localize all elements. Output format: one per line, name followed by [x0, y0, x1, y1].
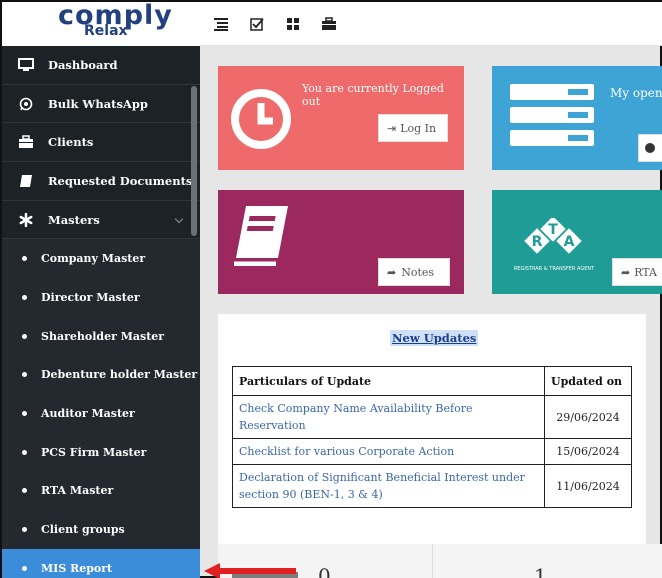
sidebar-item-label: Masters	[48, 212, 100, 227]
my-opened-tile: My open	[492, 66, 662, 170]
update-date: 15/06/2024	[544, 438, 632, 465]
my-opened-title: My open	[610, 86, 662, 100]
rta-button[interactable]: ➦ RTA	[612, 258, 662, 286]
sidebar-item-label: Debenture holder Master	[41, 368, 198, 382]
sidebar-item-shareholder-master[interactable]: Shareholder Master	[2, 316, 200, 356]
bullet-icon	[22, 411, 27, 417]
notes-tile: ➦ Notes	[218, 190, 464, 294]
sidebar-item-rta-master[interactable]: RTA Master	[2, 471, 200, 511]
bullet-icon	[22, 256, 27, 262]
stat-count-left: 0	[318, 564, 331, 578]
sign-out-icon: ➦	[621, 265, 631, 279]
update-date: 29/06/2024	[544, 395, 632, 439]
chevron-down-icon[interactable]	[174, 214, 184, 223]
new-updates-panel: New Updates Particulars of Update Update…	[218, 314, 646, 544]
sidebar-item-label: PCS Firm Master	[41, 445, 147, 459]
red-arrow-annotation	[202, 562, 298, 578]
rta-letter-t: T	[548, 222, 558, 238]
briefcase-icon[interactable]	[322, 16, 336, 30]
login-tile: You are currently Logged out ⇥ Log In	[218, 66, 464, 170]
bullet-icon	[22, 294, 27, 300]
sidebar: comply Relax Dashboard Bulk WhatsApp Cli…	[2, 0, 200, 578]
sign-in-icon: ⇥	[387, 121, 397, 135]
sidebar-item-company-master[interactable]: Company Master	[2, 239, 200, 279]
grid-icon[interactable]	[286, 16, 300, 30]
sidebar-item-client-groups[interactable]: Client groups	[2, 510, 200, 549]
logo[interactable]: comply Relax	[2, 0, 200, 46]
logo-sub-text: Relax	[84, 23, 128, 39]
update-link[interactable]: Check Company Name Availability Before R…	[232, 395, 545, 439]
bullet-icon	[22, 527, 27, 533]
sidebar-item-label: Client groups	[41, 523, 125, 537]
rta-button-label: RTA	[634, 265, 657, 279]
notes-button-label: Notes	[401, 265, 435, 279]
sidebar-menu: Dashboard Bulk WhatsApp Clients Requeste…	[2, 46, 200, 578]
asterisk-icon	[18, 212, 34, 227]
sidebar-item-masters[interactable]: Masters	[2, 200, 200, 240]
circle-icon	[645, 143, 655, 153]
sidebar-scrollbar[interactable]	[191, 86, 197, 236]
top-bar	[200, 2, 662, 46]
bullet-icon	[22, 372, 27, 378]
rta-letter-r: R	[532, 234, 543, 250]
sidebar-item-dashboard[interactable]: Dashboard	[2, 46, 200, 85]
sidebar-item-label: Company Master	[41, 252, 146, 266]
list-rows-icon	[510, 84, 594, 150]
updates-table: Particulars of Update Updated on Check C…	[232, 366, 632, 508]
sidebar-item-label: Requested Documents	[48, 173, 193, 188]
sidebar-item-clients[interactable]: Clients	[2, 123, 200, 163]
sign-out-icon: ➦	[387, 265, 397, 279]
sidebar-item-label: Auditor Master	[41, 407, 135, 421]
sidebar-item-pcs-firm-master[interactable]: PCS Firm Master	[2, 432, 200, 472]
bullet-icon	[22, 565, 27, 571]
sidebar-item-label: MIS Report	[41, 561, 113, 575]
stat-count-right: 1	[534, 564, 547, 578]
my-opened-button[interactable]	[638, 134, 662, 162]
bullet-icon	[22, 449, 27, 455]
sidebar-item-label: Clients	[48, 135, 94, 150]
sidebar-item-label: Director Master	[41, 290, 140, 304]
whatsapp-icon	[18, 97, 34, 111]
login-button-label: Log In	[400, 121, 437, 135]
monitor-icon	[18, 57, 34, 72]
sidebar-item-label: Shareholder Master	[41, 329, 165, 343]
bullet-icon	[22, 333, 27, 339]
sidebar-item-debenture-holder-master[interactable]: Debenture holder Master	[2, 355, 200, 395]
sidebar-item-director-master[interactable]: Director Master	[2, 278, 200, 317]
notebook-icon	[232, 204, 290, 270]
update-link[interactable]: Checklist for various Corporate Action	[232, 438, 545, 465]
new-updates-title[interactable]: New Updates	[390, 330, 479, 346]
rta-tile: R T A REGISTRAR & TRANSFER AGENT ➦ RTA	[492, 190, 662, 294]
briefcase-icon	[18, 135, 34, 149]
sidebar-item-label: Dashboard	[48, 57, 118, 72]
bullet-icon	[22, 488, 27, 494]
sidebar-item-auditor-master[interactable]: Auditor Master	[2, 394, 200, 433]
rta-logo: R T A REGISTRAR & TRANSFER AGENT	[508, 216, 612, 278]
logged-out-message: You are currently Logged out	[302, 82, 444, 108]
update-link[interactable]: Declaration of Significant Beneficial In…	[232, 464, 545, 508]
sidebar-item-label: Bulk WhatsApp	[48, 96, 148, 111]
table-header-row: Particulars of Update Updated on	[232, 366, 632, 396]
rta-logo-text: REGISTRAR & TRANSFER AGENT	[514, 266, 595, 272]
login-button[interactable]: ⇥ Log In	[378, 114, 448, 142]
list-icon[interactable]	[214, 16, 228, 31]
sidebar-item-bulk-whatsapp[interactable]: Bulk WhatsApp	[2, 84, 200, 124]
clock-icon	[230, 88, 292, 154]
rta-letter-a: A	[564, 234, 575, 250]
update-date: 11/06/2024	[544, 464, 632, 508]
column-header-particulars: Particulars of Update	[232, 366, 545, 396]
card-divider	[432, 544, 433, 578]
column-header-updated-on: Updated on	[544, 366, 632, 396]
notes-button[interactable]: ➦ Notes	[378, 258, 450, 286]
sidebar-item-label: RTA Master	[41, 484, 114, 498]
table-row: Checklist for various Corporate Action 1…	[232, 438, 632, 465]
sidebar-item-mis-report[interactable]: MIS Report	[2, 548, 200, 578]
book-icon	[18, 174, 34, 188]
table-row: Check Company Name Availability Before R…	[232, 395, 632, 439]
checkbox-icon[interactable]	[250, 16, 264, 31]
table-row: Declaration of Significant Beneficial In…	[232, 464, 632, 508]
sidebar-item-requested-documents[interactable]: Requested Documents	[2, 162, 200, 201]
